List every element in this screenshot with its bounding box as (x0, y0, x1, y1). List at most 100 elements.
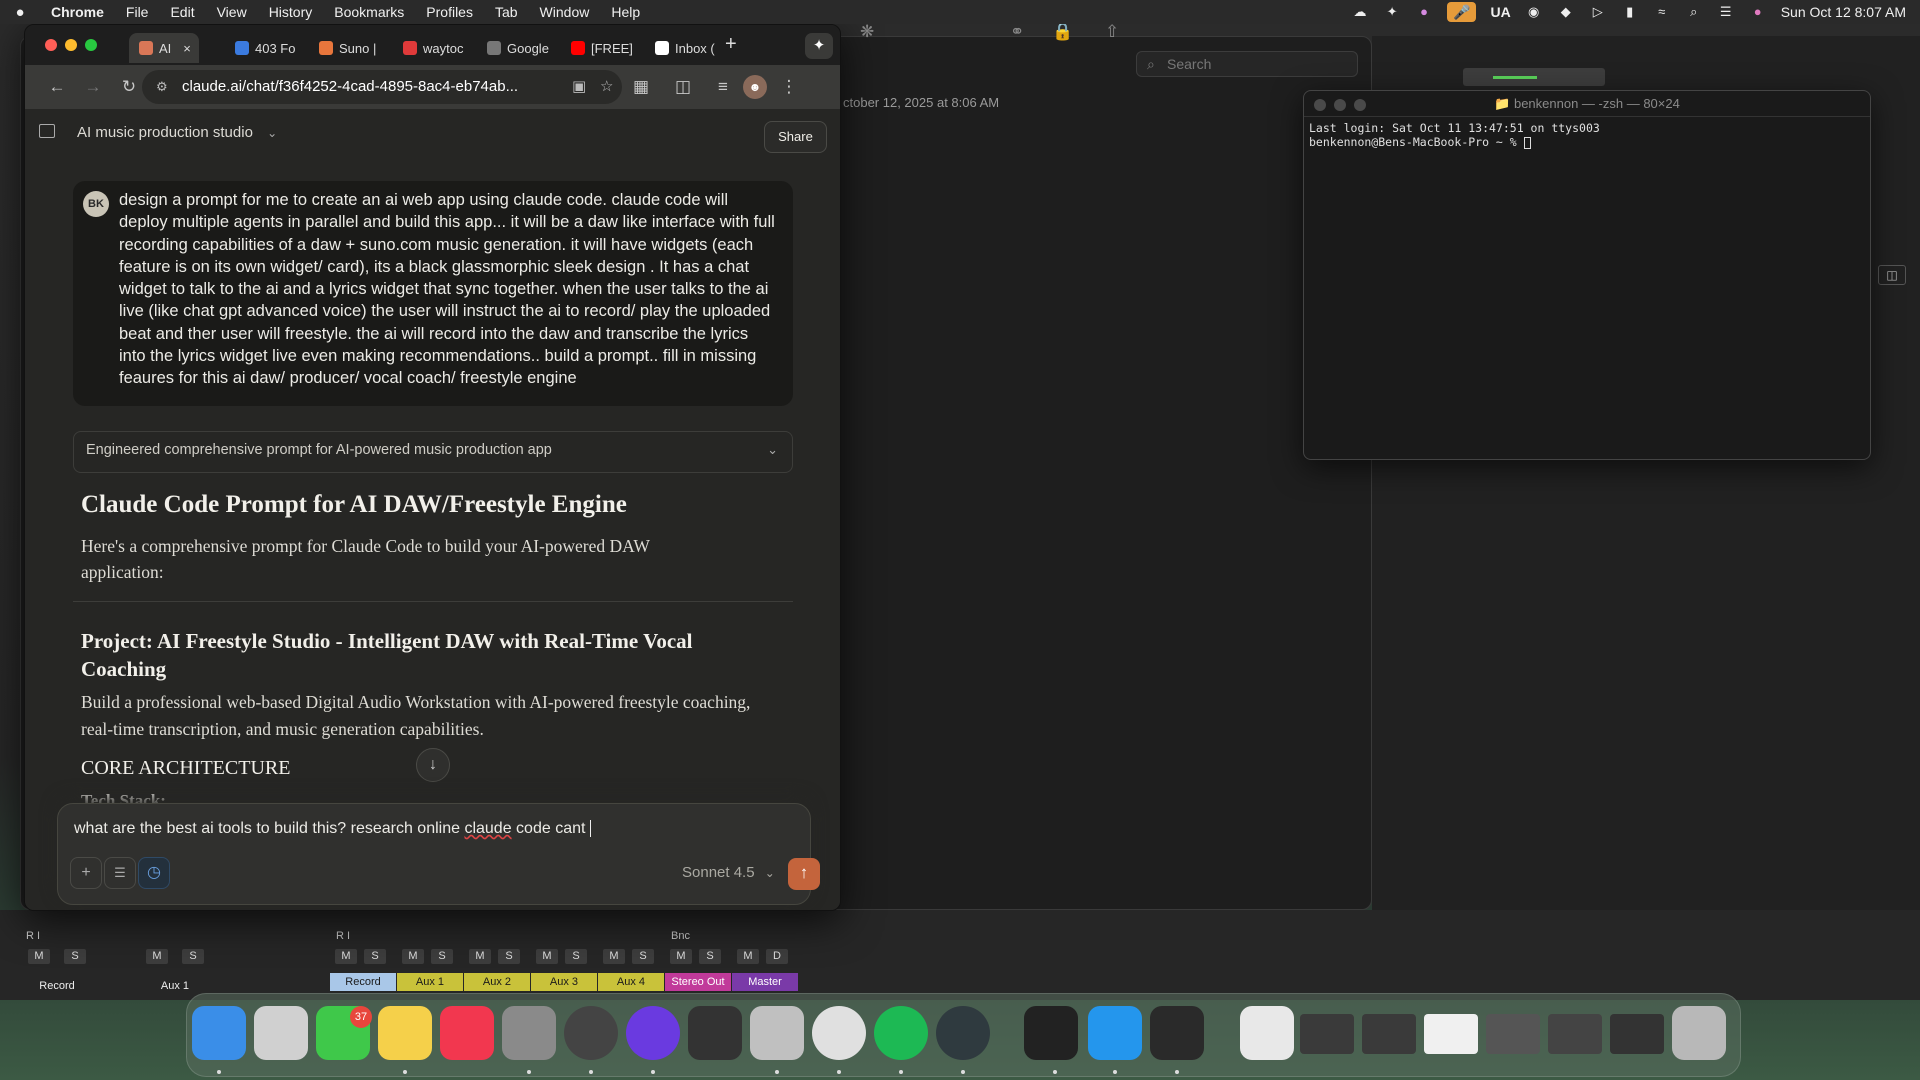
share-button[interactable]: Share (764, 121, 827, 153)
menu-edit[interactable]: Edit (159, 4, 205, 20)
window-thumbnail-icon[interactable] (1610, 1014, 1664, 1054)
model-selector[interactable]: Sonnet 4.5 ⌄ (682, 864, 775, 881)
composer-input[interactable]: what are the best ai tools to build this… (74, 820, 591, 838)
browser-tab[interactable]: [FREE] (571, 33, 647, 63)
menu-window[interactable]: Window (529, 4, 601, 20)
mute-button[interactable]: M (670, 949, 692, 964)
terminal-window[interactable]: 📁 benkennon — -zsh — 80×24 Last login: S… (1303, 90, 1871, 460)
menu-bookmarks[interactable]: Bookmarks (323, 4, 415, 20)
menu-profiles[interactable]: Profiles (415, 4, 484, 20)
siri-icon[interactable]: ● (1749, 5, 1767, 19)
itunes-doc-icon[interactable] (1240, 1006, 1294, 1060)
window-minimize-button[interactable] (65, 39, 77, 51)
window-thumbnail-icon[interactable] (1548, 1014, 1602, 1054)
terminal-icon[interactable] (1024, 1006, 1078, 1060)
browser-tab[interactable]: waytoc (403, 33, 479, 63)
notes-icon[interactable] (378, 1006, 432, 1060)
sparkle-icon[interactable]: ✦ (1383, 5, 1401, 19)
vpn-icon[interactable]: ◆ (1557, 5, 1575, 19)
reload-icon[interactable]: ↻ (117, 75, 141, 99)
lock-icon[interactable]: 🔒 (1052, 22, 1073, 42)
solo-button[interactable]: S (565, 949, 587, 964)
research-clock-button[interactable]: ◷ (138, 857, 170, 889)
browser-tab[interactable]: Suno | (319, 33, 395, 63)
zoom-dot[interactable] (1354, 99, 1366, 111)
app-status-icon[interactable]: ● (1415, 5, 1433, 19)
mute-button[interactable]: M (737, 949, 759, 964)
solo-button[interactable]: S (632, 949, 654, 964)
menu-app-name[interactable]: Chrome (40, 4, 115, 20)
mixer-app-icon[interactable] (688, 1006, 742, 1060)
play-icon[interactable]: ▷ (1589, 5, 1607, 19)
mute-button[interactable]: M (402, 949, 424, 964)
spotify-icon[interactable] (874, 1006, 928, 1060)
window-thumbnail-icon[interactable] (1362, 1014, 1416, 1054)
tools-settings-button[interactable]: ☰ (104, 857, 136, 889)
spotlight-search-icon[interactable]: ⌕ (1685, 5, 1703, 19)
forward-arrow-icon[interactable]: → (81, 75, 105, 99)
chrome-menu-icon[interactable]: ⋮ (777, 75, 801, 99)
browser-tab[interactable]: AI × (129, 33, 199, 63)
url-field[interactable]: ⚙ claude.ai/chat/f36f4252-4cad-4895-8ac4… (142, 70, 622, 104)
mute-button[interactable]: M (469, 949, 491, 964)
conversation-title[interactable]: AI music production studio ⌄ (77, 124, 277, 141)
sidebar-toggle-icon[interactable]: ◫ (1878, 265, 1906, 285)
solo-button[interactable]: S (64, 949, 86, 964)
window-thumbnail-icon[interactable] (1424, 1014, 1478, 1054)
wifi-icon[interactable]: ≈ (1653, 5, 1671, 19)
window-thumbnail-icon[interactable] (1300, 1014, 1354, 1054)
mute-button[interactable]: M (536, 949, 558, 964)
menu-history[interactable]: History (258, 4, 324, 20)
minimize-dot[interactable] (1334, 99, 1346, 111)
share-icon[interactable]: ⇧ (1105, 22, 1119, 42)
system-settings-icon[interactable] (502, 1006, 556, 1060)
close-dot[interactable] (1314, 99, 1326, 111)
mute-button[interactable]: M (146, 949, 168, 964)
profile-avatar[interactable]: ☻ (743, 75, 767, 99)
chrome-window[interactable]: AI × 403 Fo Suno | waytoc Google [FREE] Inbox (… (24, 24, 841, 911)
circle-app-icon[interactable]: ◉ (1525, 5, 1543, 19)
docker-icon[interactable] (1088, 1006, 1142, 1060)
badge-icon[interactable]: ❋ (860, 22, 874, 42)
trash-icon[interactable] (1672, 1006, 1726, 1060)
menubar-clock[interactable]: Sun Oct 12 8:07 AM (1781, 4, 1906, 20)
browser-tab[interactable]: Inbox ( (655, 33, 725, 63)
sidebar-toggle-icon[interactable] (39, 124, 55, 138)
music-icon[interactable] (440, 1006, 494, 1060)
back-arrow-icon[interactable]: ← (45, 75, 69, 99)
window-thumbnail-icon[interactable] (1486, 1014, 1540, 1054)
mute-button[interactable]: M (28, 949, 50, 964)
message-composer[interactable]: what are the best ai tools to build this… (57, 803, 820, 905)
solo-button[interactable]: S (364, 949, 386, 964)
input-source-label[interactable]: UA (1490, 4, 1510, 20)
logic-remote-icon[interactable] (564, 1006, 618, 1060)
audio-hijack-icon[interactable] (1150, 1006, 1204, 1060)
install-app-icon[interactable]: ▣ (572, 70, 586, 104)
bookmark-star-icon[interactable]: ☆ (600, 70, 613, 104)
send-button[interactable]: ↑ (788, 858, 820, 890)
menu-view[interactable]: View (206, 4, 258, 20)
media-router-icon[interactable]: ◫ (671, 75, 695, 99)
solo-button[interactable]: S (431, 949, 453, 964)
solo-button[interactable]: S (699, 949, 721, 964)
battery-icon[interactable]: ▮ (1621, 5, 1639, 19)
gemini-sparkle-icon[interactable]: ✦ (805, 33, 833, 59)
add-attachment-button[interactable]: + (70, 857, 102, 889)
logic-pro-icon[interactable] (750, 1006, 804, 1060)
window-zoom-button[interactable] (85, 39, 97, 51)
mute-button[interactable]: M (335, 949, 357, 964)
extensions-icon[interactable]: ▦ (629, 75, 653, 99)
dim-button[interactable]: D (766, 949, 788, 964)
background-search-field[interactable]: ⌕ Search (1136, 51, 1358, 77)
scroll-to-bottom-button[interactable]: ↓ (416, 748, 450, 782)
control-center-icon[interactable]: ☰ (1717, 5, 1735, 19)
mute-button[interactable]: M (603, 949, 625, 964)
browser-tab[interactable]: 403 Fo (235, 33, 311, 63)
solo-button[interactable]: S (498, 949, 520, 964)
microphone-icon[interactable]: 🎤 (1447, 2, 1477, 22)
electron-icon[interactable] (936, 1006, 990, 1060)
menu-help[interactable]: Help (600, 4, 651, 20)
browser-tab[interactable]: Google (487, 33, 563, 63)
new-tab-button[interactable]: + (725, 33, 737, 56)
site-settings-icon[interactable]: ⚙ (156, 70, 168, 104)
